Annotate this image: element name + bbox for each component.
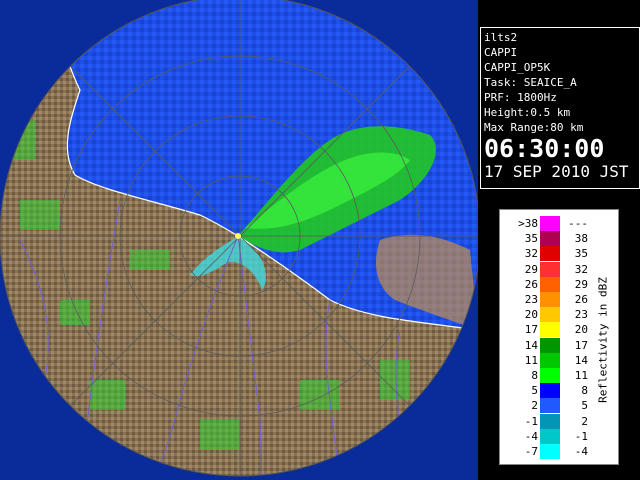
legend-unit-label: Reflectivity in dBZ — [596, 277, 610, 403]
legend-upper-bound: 8 — [581, 384, 588, 398]
legend-color-swatch — [540, 322, 560, 338]
legend-upper-bound: 32 — [574, 262, 588, 276]
reflectivity-legend: >38 --- 35 38 32 35 29 32 26 29 23 26 20 23 17 20 14 17 11… — [499, 209, 619, 465]
prf-label: PRF: 1800Hz — [484, 91, 557, 104]
legend-row: -7 -4 — [500, 444, 620, 460]
observation-date: 17 SEP 2010 JST — [484, 162, 629, 181]
legend-color-swatch — [540, 246, 560, 262]
legend-upper-bound: 14 — [574, 353, 588, 367]
legend-unit-label-box: Reflectivity in dBZ — [593, 270, 613, 410]
legend-upper-bound: 38 — [574, 232, 588, 246]
legend-lower-bound: 26 — [524, 277, 538, 291]
radar-ppi-display — [0, 0, 478, 480]
legend-upper-bound: 11 — [574, 369, 588, 382]
legend-color-swatch — [540, 413, 560, 429]
legend-color-swatch — [540, 216, 560, 231]
product-name: CAPPI — [484, 46, 518, 59]
legend-lower-bound: 8 — [531, 369, 538, 382]
legend-upper-bound: 17 — [574, 338, 588, 352]
legend-color-swatch — [540, 261, 560, 277]
legend-color-swatch — [540, 276, 560, 292]
legend-lower-bound: >38 — [518, 217, 538, 230]
legend-row: -1 2 — [500, 413, 620, 430]
legend-color-swatch — [540, 368, 560, 383]
legend-upper-bound: -4 — [574, 445, 588, 458]
legend-lower-bound: 17 — [524, 323, 538, 337]
legend-upper-bound: 2 — [581, 414, 588, 428]
legend-row: -4 -1 — [500, 428, 620, 445]
station-name: ilts2 — [484, 31, 518, 44]
legend-lower-bound: 20 — [524, 308, 538, 322]
legend-lower-bound: -7 — [524, 445, 538, 458]
legend-row: >38 --- — [500, 216, 620, 232]
legend-color-swatch — [540, 292, 560, 307]
legend-upper-bound: 5 — [581, 399, 588, 413]
legend-color-swatch — [540, 307, 560, 323]
legend-color-swatch — [540, 231, 560, 247]
observation-time: 06:30:00 — [484, 134, 605, 163]
legend-color-swatch — [540, 428, 560, 444]
legend-lower-bound: -4 — [524, 429, 538, 443]
legend-upper-bound: 29 — [574, 277, 588, 291]
legend-upper-bound: 35 — [574, 247, 588, 261]
info-panel: ilts2 CAPPI CAPPI_OP5K Task: SEAICE_A PR… — [480, 27, 640, 189]
radar-map — [0, 0, 478, 480]
radar-site-marker — [235, 233, 241, 239]
legend-lower-bound: 11 — [524, 353, 538, 367]
legend-lower-bound: 35 — [524, 232, 538, 246]
task-label: Task: SEAICE_A — [484, 76, 577, 89]
legend-lower-bound: 2 — [531, 399, 538, 413]
legend-lower-bound: 29 — [524, 262, 538, 276]
max-range-label: Max Range:80 km — [484, 121, 584, 134]
legend-lower-bound: -1 — [524, 414, 538, 428]
legend-color-swatch — [540, 444, 560, 459]
legend-lower-bound: 23 — [524, 293, 538, 306]
product-id: CAPPI_OP5K — [484, 61, 551, 74]
legend-upper-bound: --- — [568, 217, 588, 230]
legend-lower-bound: 5 — [531, 384, 538, 398]
legend-color-swatch — [540, 383, 560, 399]
legend-upper-bound: 26 — [574, 293, 588, 306]
legend-row: 32 35 — [500, 246, 620, 262]
legend-color-swatch — [540, 337, 560, 353]
legend-upper-bound: 23 — [574, 308, 588, 322]
legend-row: 35 38 — [500, 231, 620, 247]
legend-upper-bound: 20 — [574, 323, 588, 337]
legend-lower-bound: 14 — [524, 338, 538, 352]
legend-color-swatch — [540, 352, 560, 368]
legend-color-swatch — [540, 398, 560, 414]
legend-lower-bound: 32 — [524, 247, 538, 261]
height-label: Height:0.5 km — [484, 106, 571, 119]
legend-upper-bound: -1 — [574, 429, 588, 443]
